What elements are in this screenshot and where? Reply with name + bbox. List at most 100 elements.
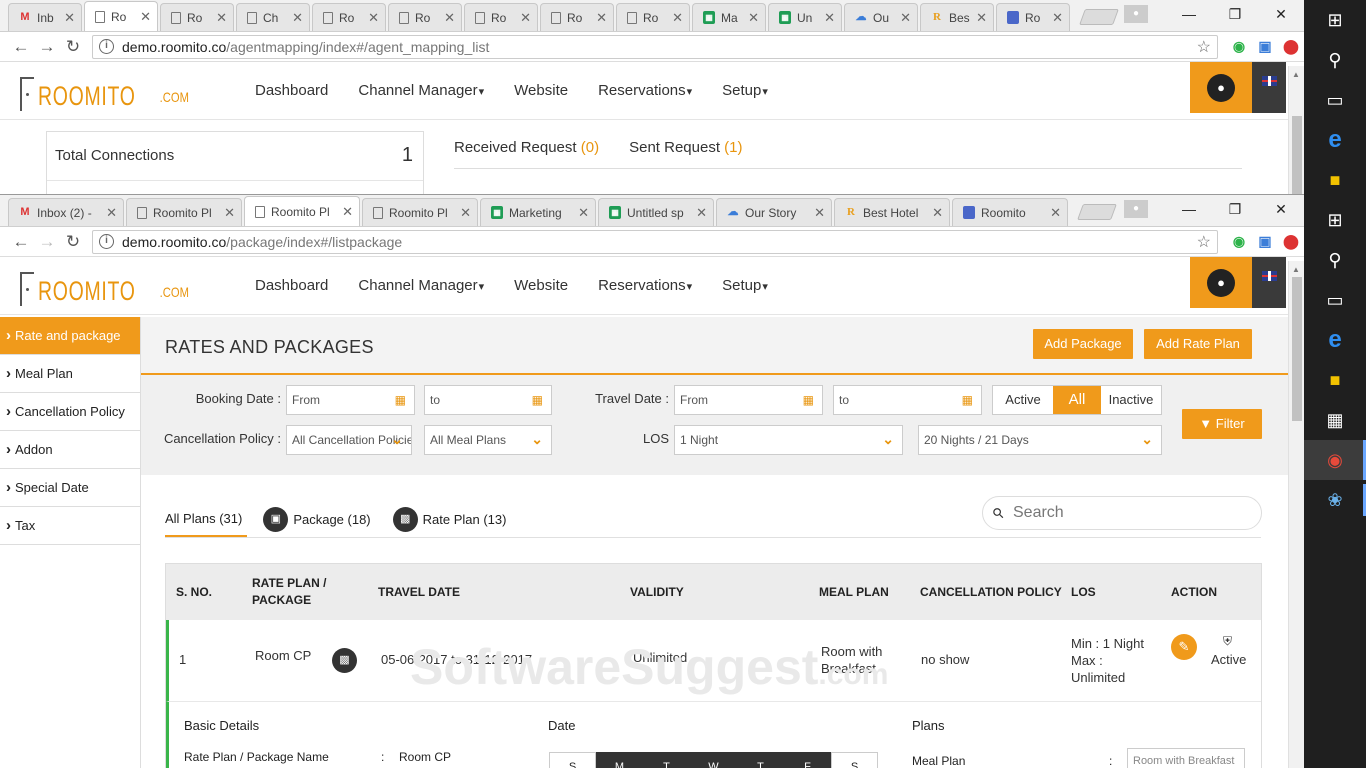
- browser-tab[interactable]: R Bes ✕: [920, 3, 994, 31]
- search-icon[interactable]: ⚲: [1304, 40, 1366, 80]
- los-min-select[interactable]: 1 Night ⌄: [674, 425, 903, 455]
- windows-start-icon[interactable]: ⊞: [1304, 0, 1366, 40]
- sidebar-item-rate-and-package[interactable]: Rate and package: [0, 317, 140, 355]
- browser-tab[interactable]: Ro ✕: [996, 3, 1070, 31]
- browser-tab[interactable]: Ro ✕: [160, 3, 234, 31]
- windows-start-icon-2[interactable]: ⊞: [1304, 200, 1366, 240]
- language-selector[interactable]: [1252, 62, 1286, 113]
- browser-tab[interactable]: ▦ Ma ✕: [692, 3, 766, 31]
- browser-tab[interactable]: Ch ✕: [236, 3, 310, 31]
- profile-icon[interactable]: ●: [1124, 5, 1148, 23]
- url-field[interactable]: i demo.roomito.co/package/index#/listpac…: [92, 229, 1218, 254]
- browser-tab[interactable]: Roomito Pl ✕: [126, 198, 242, 226]
- tab-close-icon[interactable]: ✕: [1052, 10, 1063, 26]
- chrome-icon[interactable]: ◉: [1304, 440, 1366, 480]
- edit-icon[interactable]: ✎: [1171, 634, 1197, 660]
- status-all-button[interactable]: All: [1053, 386, 1101, 414]
- close-icon[interactable]: ✕: [1258, 6, 1304, 23]
- tab-close-icon[interactable]: ✕: [368, 10, 379, 26]
- filter-button[interactable]: ▼ Filter: [1182, 409, 1262, 439]
- roomito-logo[interactable]: ROOMITO .COM: [20, 71, 255, 111]
- language-selector[interactable]: [1252, 257, 1286, 308]
- browser-tab[interactable]: R Best Hotel ✕: [834, 198, 950, 226]
- sent-request-tab[interactable]: Sent Request (1): [629, 139, 742, 168]
- nav-website[interactable]: Website: [514, 277, 568, 294]
- nav-website[interactable]: Website: [514, 82, 568, 99]
- tab-close-icon[interactable]: ✕: [932, 205, 943, 221]
- nav-dashboard[interactable]: Dashboard: [255, 82, 328, 99]
- task-view-icon-2[interactable]: ▭: [1304, 280, 1366, 320]
- sidebar-item-special-date[interactable]: Special Date: [0, 469, 140, 507]
- browser-tab[interactable]: M Inb ✕: [8, 3, 82, 31]
- travel-from-input[interactable]: From ▦: [674, 385, 823, 415]
- tab-rate-plan[interactable]: ▩ Rate Plan (13): [392, 501, 506, 537]
- tab-close-icon[interactable]: ✕: [976, 10, 987, 26]
- profile-icon[interactable]: ●: [1124, 200, 1148, 218]
- reload-icon[interactable]: ↻: [60, 232, 86, 252]
- edge-icon[interactable]: e: [1304, 120, 1366, 160]
- grammarly-icon[interactable]: ◉: [1226, 38, 1252, 55]
- browser-tab[interactable]: Ro ✕: [312, 3, 386, 31]
- browser-tab[interactable]: Roomito ✕: [952, 198, 1068, 226]
- browser-tab[interactable]: M Inbox (2) - ✕: [8, 198, 124, 226]
- extension-icon[interactable]: ▣: [1252, 38, 1278, 55]
- extension-red-icon[interactable]: ⬤: [1278, 233, 1304, 250]
- weekday-toggle[interactable]: T: [737, 752, 784, 768]
- browser-tab[interactable]: ▦ Untitled sp ✕: [598, 198, 714, 226]
- nav-setup[interactable]: Setup: [722, 277, 768, 294]
- file-explorer-icon-2[interactable]: ■: [1304, 360, 1366, 400]
- tab-close-icon[interactable]: ✕: [596, 10, 607, 26]
- task-view-icon[interactable]: ▭: [1304, 80, 1366, 120]
- tab-close-icon[interactable]: ✕: [106, 205, 117, 221]
- tab-close-icon[interactable]: ✕: [824, 10, 835, 26]
- tab-close-icon[interactable]: ✕: [342, 204, 353, 220]
- sidebar-item-tax[interactable]: Tax: [0, 507, 140, 545]
- nav-setup[interactable]: Setup: [722, 82, 768, 99]
- tab-close-icon[interactable]: ✕: [444, 10, 455, 26]
- forward-icon[interactable]: →: [34, 37, 60, 57]
- browser-tab[interactable]: Ro ✕: [540, 3, 614, 31]
- scroll-thumb[interactable]: [1292, 277, 1302, 421]
- restore-icon[interactable]: ❐: [1212, 6, 1258, 23]
- travel-to-input[interactable]: to ▦: [833, 385, 982, 415]
- extension-icon[interactable]: ▣: [1252, 233, 1278, 250]
- restore-icon[interactable]: ❐: [1212, 201, 1258, 218]
- search-input[interactable]: Search: [982, 496, 1262, 530]
- status-active-button[interactable]: Active: [993, 386, 1053, 414]
- tab-package[interactable]: ▣ Package (18): [263, 501, 371, 537]
- tab-close-icon[interactable]: ✕: [216, 10, 227, 26]
- weekday-toggle[interactable]: S: [549, 752, 596, 768]
- nav-dashboard[interactable]: Dashboard: [255, 277, 328, 294]
- sidebar-item-addon[interactable]: Addon: [0, 431, 140, 469]
- paint-icon[interactable]: ❀: [1304, 480, 1366, 520]
- browser-tab[interactable]: Ro ✕: [388, 3, 462, 31]
- minimize-icon[interactable]: —: [1166, 6, 1212, 22]
- booking-to-input[interactable]: to ▦: [424, 385, 552, 415]
- scroll-up-icon[interactable]: ▲: [1292, 265, 1300, 274]
- tab-all-plans[interactable]: All Plans (31): [165, 501, 248, 537]
- new-tab-button[interactable]: [1077, 204, 1117, 220]
- tab-close-icon[interactable]: ✕: [696, 205, 707, 221]
- browser-tab[interactable]: Roomito Pl ✕: [362, 198, 478, 226]
- tab-close-icon[interactable]: ✕: [1050, 205, 1061, 221]
- user-menu[interactable]: ●: [1190, 62, 1252, 113]
- info-icon[interactable]: i: [99, 234, 114, 249]
- bookmark-star-icon[interactable]: ☆: [1197, 37, 1211, 57]
- browser-tab[interactable]: ☁ Our Story ✕: [716, 198, 832, 226]
- received-request-tab[interactable]: Received Request (0): [454, 139, 599, 168]
- browser-tab[interactable]: ▦ Marketing ✕: [480, 198, 596, 226]
- url-field[interactable]: i demo.roomito.co/agentmapping/index#/ag…: [92, 34, 1218, 59]
- tab-close-icon[interactable]: ✕: [292, 10, 303, 26]
- page-scrollbar[interactable]: ▲: [1288, 66, 1304, 194]
- booking-from-input[interactable]: From ▦: [286, 385, 415, 415]
- tab-close-icon[interactable]: ✕: [224, 205, 235, 221]
- meal-plan-detail-select[interactable]: Room with Breakfast: [1127, 748, 1245, 768]
- weekday-toggle[interactable]: S: [831, 752, 878, 768]
- search-icon-2[interactable]: ⚲: [1304, 240, 1366, 280]
- bookmark-star-icon[interactable]: ☆: [1197, 232, 1211, 252]
- weekday-toggle[interactable]: W: [690, 752, 737, 768]
- table-row[interactable]: 1 Room CP ▩ 05-06-2017 to 31-12-2017 Unl…: [166, 620, 1261, 702]
- back-icon[interactable]: ←: [8, 232, 34, 252]
- new-tab-button[interactable]: [1079, 9, 1119, 25]
- store-icon[interactable]: ▦: [1304, 400, 1366, 440]
